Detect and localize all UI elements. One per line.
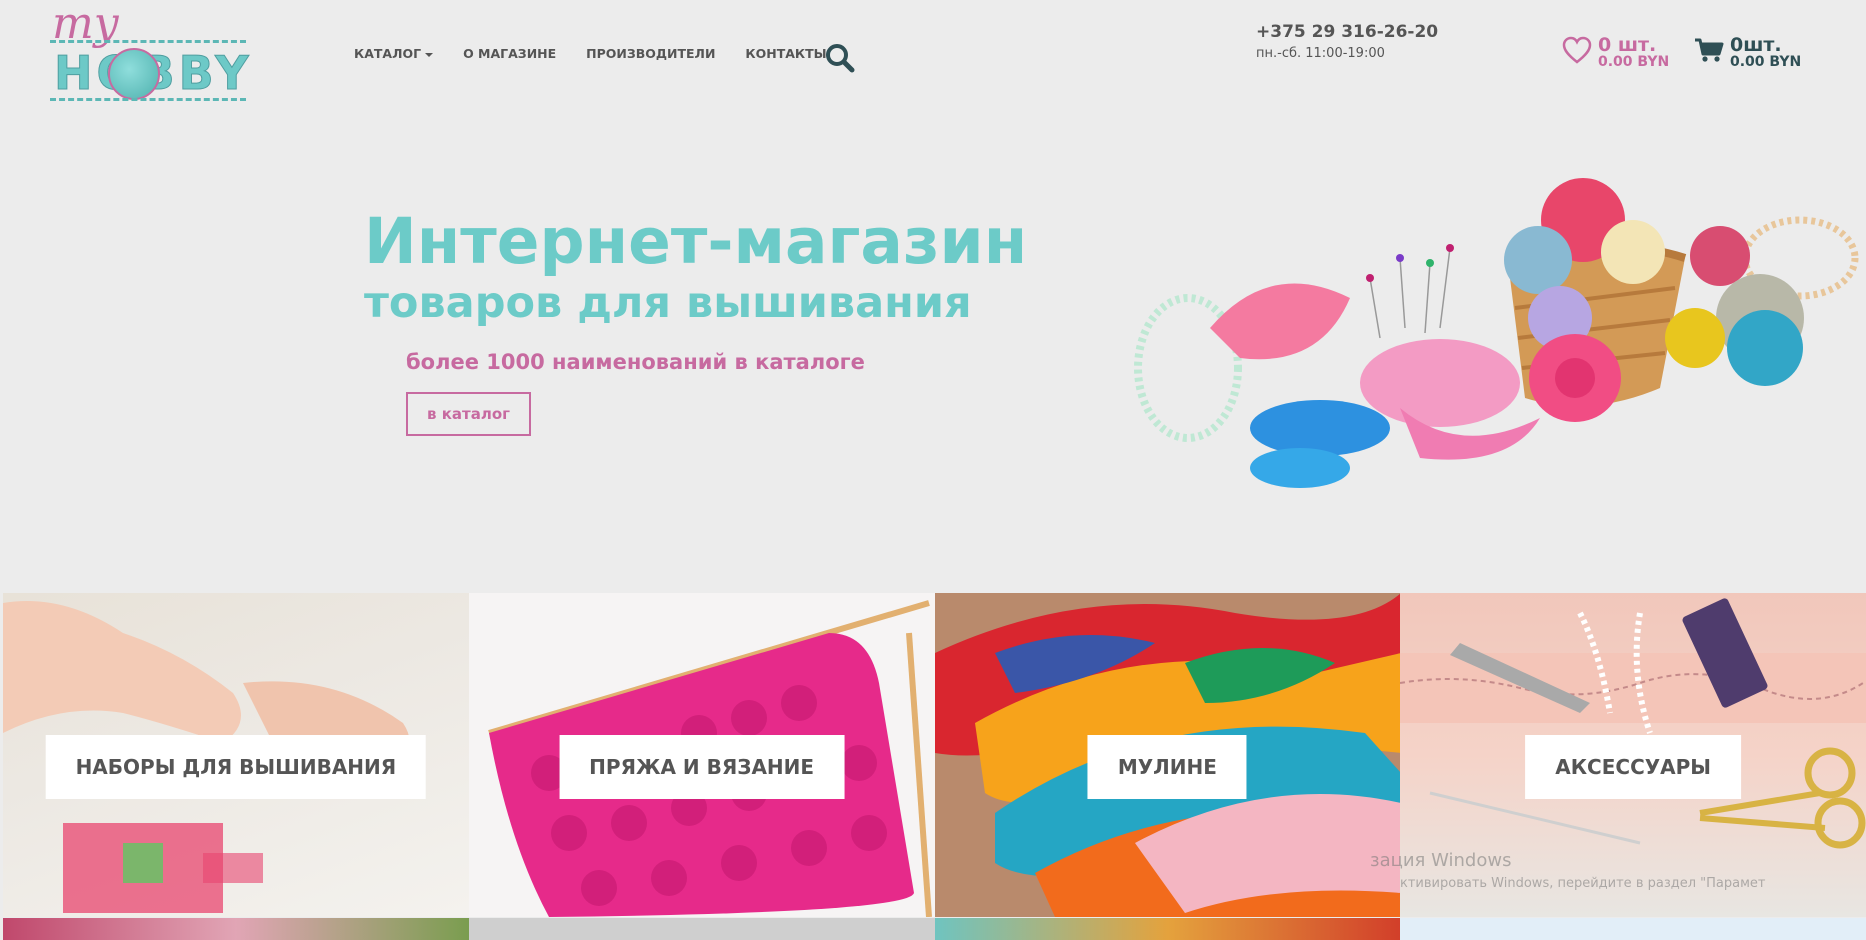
hero-title: Интернет-магазин (364, 205, 1028, 278)
category-label: Мулине (1087, 735, 1247, 799)
cart-widget[interactable]: 0шт. 0.00 BYN (1694, 36, 1801, 70)
logo-dash-top (50, 40, 246, 43)
category-label: Аксессуары (1525, 735, 1742, 799)
hero-crafts-image (1134, 178, 1859, 488)
category-tile-row2-3[interactable] (934, 918, 1401, 940)
wishlist-count: 0 шт. (1598, 34, 1657, 56)
windows-activation-title: зация Windows (1370, 850, 1512, 871)
nav-item-about[interactable]: О магазине (463, 46, 556, 61)
site-logo[interactable]: my HOBBY (48, 0, 249, 101)
main-nav: Каталог О магазине Производители Контакт… (354, 46, 827, 61)
site-header: my HOBBY Каталог О магазине Производител… (0, 0, 1866, 110)
cart-icon (1695, 38, 1724, 62)
category-tile-row2-2[interactable] (468, 918, 935, 940)
category-label: Наборы для вышивания (45, 735, 427, 799)
wishlist-widget[interactable]: 0 шт. 0.00 BYN (1562, 36, 1669, 70)
category-grid: Наборы для вышивания Пряжа и вязание (3, 593, 1866, 917)
caret-down-icon (425, 52, 434, 57)
nav-item-catalog[interactable]: Каталог (354, 46, 434, 61)
hero-subtitle: товаров для вышивания (364, 278, 972, 328)
hero-note: более 1000 наименований в каталоге (406, 350, 865, 374)
logo-dash-bottom (50, 98, 246, 101)
nav-item-catalog-label: Каталог (354, 46, 422, 61)
category-tile-row2-1[interactable] (3, 918, 469, 940)
wishlist-sum: 0.00 BYN (1598, 54, 1670, 70)
category-embroidery-kits[interactable]: Наборы для вышивания (3, 593, 469, 917)
catalog-button[interactable]: в каталог (406, 392, 531, 436)
yarn-ball-icon (108, 48, 160, 100)
category-floss[interactable]: Мулине (934, 593, 1401, 917)
windows-activation-text: ктивировать Windows, перейдите в раздел … (1400, 876, 1766, 891)
nav-item-contacts[interactable]: Контакты (745, 46, 826, 61)
category-tile-row2-4[interactable] (1400, 918, 1866, 940)
cart-count: 0шт. (1730, 34, 1782, 56)
header-contacts: +375 29 316-26-20 пн.-сб. 11:00-19:00 (1256, 22, 1438, 61)
search-icon[interactable] (824, 42, 856, 74)
category-grid-row2 (3, 918, 1866, 940)
phone-number[interactable]: +375 29 316-26-20 (1256, 22, 1438, 42)
nav-item-manufacturers[interactable]: Производители (586, 46, 715, 61)
category-yarn-knitting[interactable]: Пряжа и вязание (468, 593, 935, 917)
category-label: Пряжа и вязание (559, 735, 845, 799)
cart-sum: 0.00 BYN (1730, 54, 1802, 70)
working-hours: пн.-сб. 11:00-19:00 (1256, 46, 1385, 61)
heart-icon (1562, 36, 1592, 64)
